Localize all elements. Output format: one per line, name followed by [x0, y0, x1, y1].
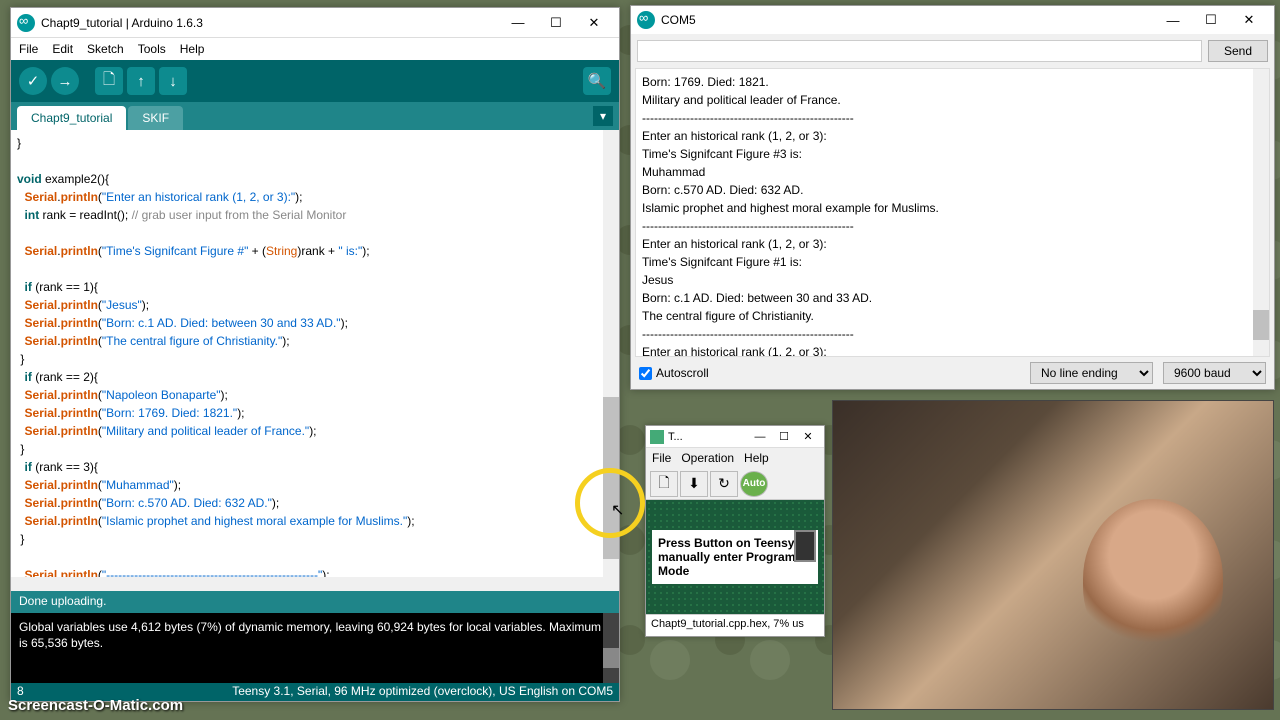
tab-skif[interactable]: SKIF: [128, 106, 183, 130]
autoscroll-checkbox[interactable]: Autoscroll: [639, 366, 709, 380]
board-info: Teensy 3.1, Serial, 96 MHz optimized (ov…: [232, 684, 613, 700]
tn-auto-button[interactable]: Auto: [740, 471, 768, 497]
tn-menu-operation[interactable]: Operation: [681, 451, 734, 465]
menu-help[interactable]: Help: [180, 42, 205, 56]
arduino-icon: [637, 11, 655, 29]
line-ending-select[interactable]: No line ending: [1030, 362, 1153, 384]
tn-minimize-button[interactable]: —: [748, 428, 772, 446]
sm-maximize-button[interactable]: ☐: [1192, 9, 1230, 31]
menu-edit[interactable]: Edit: [52, 42, 73, 56]
tn-menubar: File Operation Help: [646, 448, 824, 468]
serial-output-text: Born: 1769. Died: 1821. Military and pol…: [642, 75, 939, 357]
console-text: Global variables use 4,612 bytes (7%) of…: [19, 620, 601, 650]
ide-tabs: Chapt9_tutorial SKIF ▾: [11, 102, 619, 130]
sm-close-button[interactable]: ✕: [1230, 9, 1268, 31]
verify-button[interactable]: ✓: [19, 67, 47, 95]
sm-minimize-button[interactable]: —: [1154, 9, 1192, 31]
sm-scroll-thumb[interactable]: [1253, 310, 1269, 340]
tab-main[interactable]: Chapt9_tutorial: [17, 106, 126, 130]
send-button[interactable]: Send: [1208, 40, 1268, 62]
console-scroll-thumb[interactable]: [603, 648, 619, 668]
teensy-chip-icon: [794, 530, 816, 562]
serial-input[interactable]: [637, 40, 1202, 62]
code-hscrollbar[interactable]: [11, 577, 603, 591]
baud-rate-select[interactable]: 9600 baud: [1163, 362, 1266, 384]
code-editor[interactable]: } void example2(){ Serial.println("Enter…: [11, 130, 619, 591]
tn-menu-help[interactable]: Help: [744, 451, 769, 465]
ide-titlebar[interactable]: Chapt9_tutorial | Arduino 1.6.3 — ☐ ✕: [11, 8, 619, 38]
ide-toolbar: ✓ → 🗋 ↑ ↓ 🔍: [11, 60, 619, 102]
open-button[interactable]: ↑: [127, 67, 155, 95]
serial-monitor-window: COM5 — ☐ ✕ Send Born: 1769. Died: 1821. …: [630, 5, 1275, 390]
tn-program-button[interactable]: ⬇: [680, 471, 708, 497]
arduino-icon: [17, 14, 35, 32]
tn-toolbar: 🗋 ⬇ ↻ Auto: [646, 468, 824, 500]
menu-file[interactable]: File: [19, 42, 38, 56]
arduino-ide-window: Chapt9_tutorial | Arduino 1.6.3 — ☐ ✕ Fi…: [10, 7, 620, 702]
cursor-icon: ↖: [611, 500, 624, 520]
code-vscroll-thumb[interactable]: [603, 397, 619, 558]
webcam-feed: [832, 400, 1274, 710]
tn-title: T...: [668, 431, 748, 443]
ide-menubar: File Edit Sketch Tools Help: [11, 38, 619, 60]
tn-open-hex-button[interactable]: 🗋: [650, 471, 678, 497]
sm-title: COM5: [661, 13, 1154, 27]
sm-scrollbar[interactable]: [1253, 69, 1269, 356]
tn-reboot-button[interactable]: ↻: [710, 471, 738, 497]
tn-titlebar[interactable]: T... — ☐ ✕: [646, 426, 824, 448]
close-button[interactable]: ✕: [575, 12, 613, 34]
menu-sketch[interactable]: Sketch: [87, 42, 124, 56]
serial-output[interactable]: Born: 1769. Died: 1821. Military and pol…: [635, 68, 1270, 357]
ide-console[interactable]: Global variables use 4,612 bytes (7%) of…: [11, 613, 619, 683]
code-vscrollbar[interactable]: [603, 130, 619, 591]
teensy-loader-window: T... — ☐ ✕ File Operation Help 🗋 ⬇ ↻ Aut…: [645, 425, 825, 637]
watermark: Screencast-O-Matic.com: [8, 697, 183, 714]
sm-titlebar[interactable]: COM5 — ☐ ✕: [631, 6, 1274, 34]
serial-monitor-button[interactable]: 🔍: [583, 67, 611, 95]
tab-menu-button[interactable]: ▾: [593, 106, 613, 126]
presenter-face: [1083, 499, 1223, 659]
save-button[interactable]: ↓: [159, 67, 187, 95]
tn-body: Press Button on Teensy to manually enter…: [646, 500, 824, 614]
ide-status-upload: Done uploading.: [11, 591, 619, 613]
minimize-button[interactable]: —: [499, 12, 537, 34]
menu-tools[interactable]: Tools: [138, 42, 166, 56]
tn-menu-file[interactable]: File: [652, 451, 671, 465]
upload-button[interactable]: →: [51, 67, 79, 95]
teensy-icon: [650, 430, 664, 444]
tn-status: Chapt9_tutorial.cpp.hex, 7% us: [646, 614, 824, 636]
ide-title: Chapt9_tutorial | Arduino 1.6.3: [41, 16, 499, 30]
tn-maximize-button[interactable]: ☐: [772, 428, 796, 446]
maximize-button[interactable]: ☐: [537, 12, 575, 34]
console-scrollbar[interactable]: [603, 613, 619, 683]
tn-close-button[interactable]: ✕: [796, 428, 820, 446]
new-button[interactable]: 🗋: [95, 67, 123, 95]
